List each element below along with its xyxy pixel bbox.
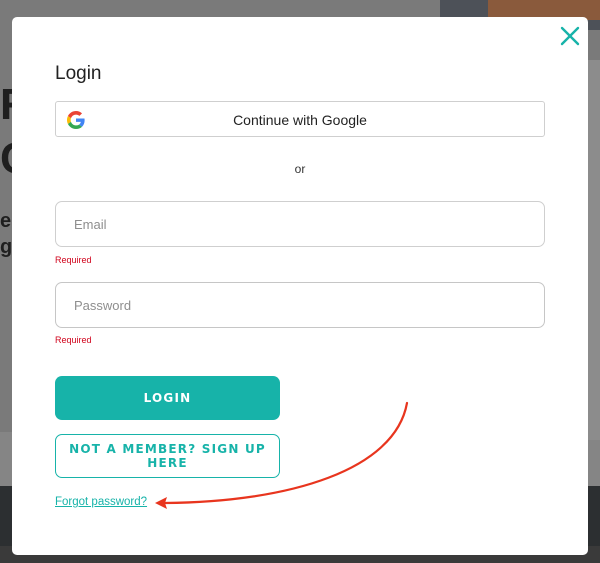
forgot-password-link[interactable]: Forgot password? — [55, 496, 147, 508]
close-button[interactable] — [559, 25, 581, 47]
background-heading-fragment: R — [0, 80, 12, 130]
close-icon[interactable] — [559, 25, 581, 47]
modal-title: Login — [55, 63, 102, 84]
background-photo-side — [588, 60, 600, 440]
email-error: Required — [55, 255, 92, 265]
background-text-fragment: g — [0, 236, 12, 258]
google-button-label: Continue with Google — [233, 112, 367, 128]
password-error: Required — [55, 335, 92, 345]
email-field[interactable] — [55, 201, 545, 247]
login-button[interactable]: LOGIN — [55, 376, 280, 420]
background-text-fragment: e — [0, 210, 12, 232]
background-heading-fragment: C — [0, 134, 12, 184]
or-divider: or — [294, 162, 306, 176]
login-modal: Login Continue with Google or Required R… — [12, 17, 588, 555]
signup-button[interactable]: NOT A MEMBER? SIGN UP HERE — [55, 434, 280, 478]
continue-with-google-button[interactable]: Continue with Google — [55, 101, 545, 137]
password-field[interactable] — [55, 282, 545, 328]
